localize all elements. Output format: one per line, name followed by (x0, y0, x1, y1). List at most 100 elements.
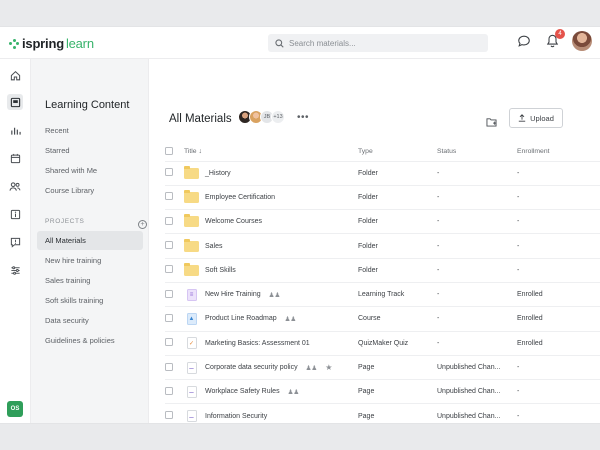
materials-table: Title ↓ Type Status Enrollment _History F… (165, 143, 600, 423)
workspace-badge[interactable]: OS (7, 401, 23, 417)
item-title: Workplace Safety Rules (205, 388, 280, 396)
row-checkbox[interactable] (165, 411, 173, 420)
shared-users-icon: ♟♟ (284, 315, 297, 323)
home-icon[interactable] (7, 67, 23, 83)
nav-link-shared[interactable]: Shared with Me (45, 166, 97, 175)
row-checkbox[interactable] (165, 265, 173, 274)
table-row[interactable]: ▲ Product Line Roadmap ♟♟ Course - Enrolled (165, 306, 600, 332)
logo-text-primary: ispring (22, 36, 64, 51)
reports-icon[interactable] (7, 122, 23, 138)
project-guidelines-policies[interactable]: Guidelines & policies (37, 331, 143, 350)
row-checkbox[interactable] (165, 216, 173, 225)
nav-link-starred[interactable]: Starred (45, 146, 70, 155)
table-row[interactable]: Employee Certification Folder - - (165, 185, 600, 211)
icon-rail: OS (0, 59, 31, 423)
nav-link-course-library[interactable]: Course Library (45, 186, 94, 195)
project-soft-skills-training[interactable]: Soft skills training (37, 291, 143, 310)
content-icon[interactable] (7, 94, 23, 110)
title-cell[interactable]: Sales (184, 233, 358, 259)
new-folder-icon[interactable] (486, 114, 497, 132)
search-input[interactable] (289, 38, 479, 48)
search-box[interactable] (268, 34, 488, 52)
course-icon: ▲ (184, 312, 199, 325)
title-cell[interactable]: ▲ Product Line Roadmap ♟♟ (184, 306, 358, 332)
logo-mark-icon (9, 38, 19, 49)
folder-icon (184, 238, 199, 252)
user-avatar[interactable] (572, 31, 592, 51)
nav-link-recent[interactable]: Recent (45, 126, 69, 135)
upload-label: Upload (530, 113, 554, 123)
more-options-icon[interactable]: ••• (297, 112, 309, 123)
column-title[interactable]: Title ↓ (184, 143, 358, 162)
status-cell: - (437, 331, 517, 356)
project-all-materials[interactable]: All Materials (37, 231, 143, 250)
table-row[interactable]: Sales Folder - - (165, 233, 600, 259)
row-select-cell (165, 355, 184, 381)
add-project-button[interactable]: + (138, 220, 147, 229)
table-row[interactable]: ≡ New Hire Training ♟♟ Learning Track - Enrol… (165, 282, 600, 308)
table-row[interactable]: _History Folder - - (165, 161, 600, 186)
feedback-icon[interactable] (7, 234, 23, 250)
row-checkbox[interactable] (165, 386, 173, 395)
type-cell: Page (358, 403, 437, 423)
table-row[interactable]: ⚊ Information Security Page Unpublished Cha… (165, 403, 600, 423)
project-new-hire-training[interactable]: New hire training (37, 251, 143, 270)
status-cell: Unpublished Chan... (437, 403, 517, 423)
row-checkbox[interactable] (165, 241, 173, 250)
table-row[interactable]: Welcome Courses Folder - - (165, 209, 600, 235)
title-cell[interactable]: ⚊ Information Security (184, 403, 358, 423)
collaborators[interactable]: JB +13 (238, 110, 285, 124)
row-checkbox[interactable] (165, 338, 173, 347)
table-row[interactable]: ⚊ Workplace Safety Rules ♟♟ Page Unpublished… (165, 379, 600, 405)
page-icon: ⚊ (184, 410, 199, 423)
quiz-icon: ✓ (184, 337, 199, 350)
settings-icon[interactable] (7, 262, 23, 278)
column-title-label: Title (184, 148, 197, 156)
chat-button[interactable] (516, 33, 532, 49)
top-actions: 4 (516, 29, 592, 51)
row-checkbox[interactable] (165, 362, 173, 371)
project-data-security[interactable]: Data security (37, 311, 143, 330)
shared-users-icon: ♟♟ (287, 388, 300, 396)
row-checkbox[interactable] (165, 192, 173, 201)
title-cell[interactable]: Welcome Courses (184, 209, 358, 235)
row-select-cell (165, 233, 184, 259)
calendar-icon[interactable] (7, 150, 23, 166)
projects-header: PROJECTS (45, 218, 85, 225)
row-select-cell (165, 379, 184, 405)
row-select-cell (165, 306, 184, 332)
table-row[interactable]: ✓ Marketing Basics: Assessment 01 QuizMake… (165, 331, 600, 356)
enrollment-cell: - (517, 161, 600, 186)
item-title: Soft Skills (205, 266, 236, 274)
learning-track-icon: ≡ (184, 288, 199, 301)
table-row[interactable]: ⚊ Corporate data security policy ♟♟ ★ Page Un… (165, 355, 600, 381)
upload-button[interactable]: Upload (509, 108, 563, 128)
type-cell: Folder (358, 233, 437, 259)
project-sales-training[interactable]: Sales training (37, 271, 143, 290)
status-cell: - (437, 258, 517, 283)
info-icon[interactable] (7, 206, 23, 222)
title-cell[interactable]: Soft Skills (184, 258, 358, 283)
users-icon[interactable] (7, 178, 23, 194)
title-cell[interactable]: ≡ New Hire Training ♟♟ (184, 282, 358, 308)
status-cell: - (437, 306, 517, 332)
enrollment-cell: - (517, 233, 600, 259)
star-icon[interactable]: ★ (325, 363, 332, 372)
row-checkbox[interactable] (165, 168, 173, 177)
column-enrollment: Enrollment (517, 143, 600, 162)
row-select-cell (165, 403, 184, 423)
select-all-checkbox[interactable] (165, 146, 173, 155)
app-logo[interactable]: ispring learn (9, 36, 94, 51)
title-cell[interactable]: _History (184, 161, 358, 186)
title-cell[interactable]: ⚊ Workplace Safety Rules ♟♟ (184, 379, 358, 405)
row-checkbox[interactable] (165, 289, 173, 298)
row-select-cell (165, 185, 184, 211)
notifications-button[interactable]: 4 (544, 29, 565, 49)
title-cell[interactable]: ⚊ Corporate data security policy ♟♟ ★ (184, 355, 358, 381)
table-row[interactable]: Soft Skills Folder - - (165, 258, 600, 283)
page-icon: ⚊ (184, 385, 199, 398)
row-checkbox[interactable] (165, 313, 173, 322)
title-cell[interactable]: ✓ Marketing Basics: Assessment 01 (184, 331, 358, 356)
title-cell[interactable]: Employee Certification (184, 185, 358, 211)
page-title: All Materials (169, 113, 232, 125)
